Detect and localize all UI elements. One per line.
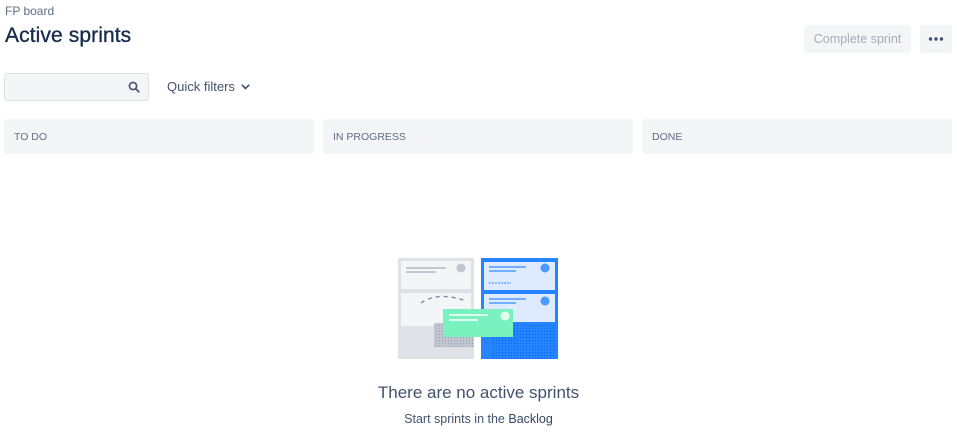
column-header-todo: TO DO (4, 119, 314, 154)
column-label: IN PROGRESS (333, 130, 406, 143)
page-title: Active sprints (5, 24, 132, 47)
empty-state-title: There are no active sprints (377, 383, 580, 402)
backlog-link[interactable]: Backlog (508, 412, 552, 426)
breadcrumb[interactable]: FP board (5, 4, 54, 18)
column-header-done: DONE (642, 119, 952, 154)
column-label: TO DO (14, 130, 48, 143)
empty-board-illustration (398, 258, 558, 359)
column-header-in-progress: IN PROGRESS (323, 119, 633, 154)
search-input[interactable] (4, 73, 149, 101)
quick-filters-label: Quick filters (167, 79, 235, 94)
complete-sprint-button[interactable]: Complete sprint (804, 25, 911, 53)
more-actions-button[interactable] (920, 25, 952, 53)
active-sprints-page: FP board Active sprints Complete sprint … (0, 0, 957, 441)
search-icon (128, 81, 140, 93)
quick-filters-dropdown[interactable]: Quick filters (167, 79, 250, 94)
empty-state-subtitle-text: Start sprints in the (404, 412, 509, 426)
chevron-down-icon (241, 83, 250, 89)
more-horizontal-icon (928, 37, 944, 41)
empty-state-subtitle: Start sprints in the Backlog (0, 412, 957, 426)
column-label: DONE (652, 130, 683, 143)
